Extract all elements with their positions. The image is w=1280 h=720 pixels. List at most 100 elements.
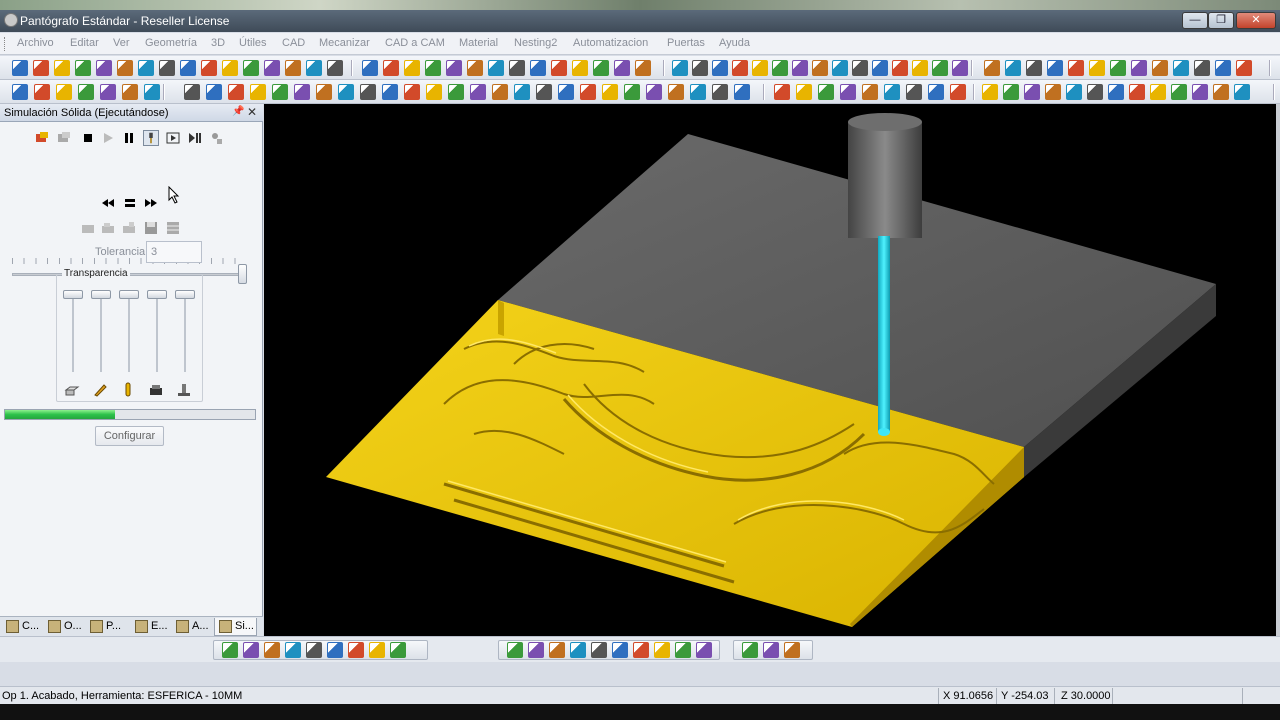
speed-slider-thumb[interactable]	[238, 264, 247, 284]
menu-ver[interactable]: Ver	[113, 37, 130, 49]
bottom-tool-icon[interactable]	[549, 642, 565, 658]
main-tool-icon[interactable]	[467, 60, 483, 76]
main-tool-icon[interactable]	[285, 60, 301, 76]
draw-tool-icon[interactable]	[734, 84, 750, 100]
menu-mecanizar[interactable]: Mecanizar	[319, 37, 370, 49]
configure-button[interactable]: Configurar	[95, 426, 164, 446]
draw-tool-icon[interactable]	[100, 84, 116, 100]
main-tool-icon[interactable]	[792, 60, 808, 76]
simulation-viewport[interactable]	[264, 104, 1280, 636]
menu-puertas[interactable]: Puertas	[667, 37, 705, 49]
draw-tool-icon[interactable]	[1003, 84, 1019, 100]
main-tool-icon[interactable]	[12, 60, 28, 76]
main-tool-icon[interactable]	[1110, 60, 1126, 76]
draw-tool-icon[interactable]	[624, 84, 640, 100]
step-end-icon[interactable]	[187, 130, 203, 146]
main-tool-icon[interactable]	[383, 60, 399, 76]
main-tool-icon[interactable]	[984, 60, 1000, 76]
step-icon[interactable]	[165, 130, 181, 146]
bottom-tool-icon[interactable]	[528, 642, 544, 658]
pause-icon[interactable]	[121, 130, 137, 146]
main-tool-icon[interactable]	[446, 60, 462, 76]
main-tool-icon[interactable]	[551, 60, 567, 76]
main-tool-icon[interactable]	[327, 60, 343, 76]
main-tool-icon[interactable]	[509, 60, 525, 76]
draw-tool-icon[interactable]	[884, 84, 900, 100]
draw-tool-icon[interactable]	[470, 84, 486, 100]
main-tool-icon[interactable]	[33, 60, 49, 76]
draw-tool-icon[interactable]	[774, 84, 790, 100]
main-tool-icon[interactable]	[222, 60, 238, 76]
draw-tool-icon[interactable]	[1087, 84, 1103, 100]
bottom-tool-icon[interactable]	[507, 642, 523, 658]
draw-tool-icon[interactable]	[646, 84, 662, 100]
transparency-slider-1[interactable]	[63, 290, 83, 372]
main-tool-icon[interactable]	[872, 60, 888, 76]
main-tool-icon[interactable]	[614, 60, 630, 76]
draw-tool-icon[interactable]	[34, 84, 50, 100]
cam2-icon[interactable]	[100, 220, 116, 236]
draw-tool-icon[interactable]	[558, 84, 574, 100]
draw-tool-icon[interactable]	[690, 84, 706, 100]
draw-tool-icon[interactable]	[144, 84, 160, 100]
main-tool-icon[interactable]	[425, 60, 441, 76]
menu-nesting2[interactable]: Nesting2	[514, 37, 557, 49]
bottom-tool-icon[interactable]	[763, 642, 779, 658]
transparency-slider-3[interactable]	[119, 290, 139, 372]
draw-tool-icon[interactable]	[316, 84, 332, 100]
main-tool-icon[interactable]	[117, 60, 133, 76]
rewind-icon[interactable]	[101, 196, 115, 210]
save-icon[interactable]	[143, 220, 159, 236]
main-tool-icon[interactable]	[1026, 60, 1042, 76]
tab-p[interactable]: P...	[86, 618, 123, 636]
bottom-tool-icon[interactable]	[390, 642, 406, 658]
draw-tool-icon[interactable]	[536, 84, 552, 100]
pin-icon[interactable]: 📌	[232, 106, 244, 117]
draw-tool-icon[interactable]	[1129, 84, 1145, 100]
main-tool-icon[interactable]	[672, 60, 688, 76]
draw-tool-icon[interactable]	[12, 84, 28, 100]
bottom-tool-icon[interactable]	[222, 642, 238, 658]
main-tool-icon[interactable]	[54, 60, 70, 76]
draw-tool-icon[interactable]	[514, 84, 530, 100]
menu-cad[interactable]: CAD	[282, 37, 305, 49]
draw-tool-icon[interactable]	[712, 84, 728, 100]
bottom-tool-icon[interactable]	[742, 642, 758, 658]
draw-tool-icon[interactable]	[668, 84, 684, 100]
main-tool-icon[interactable]	[138, 60, 154, 76]
draw-tool-icon[interactable]	[928, 84, 944, 100]
tolerance-input[interactable]	[146, 241, 202, 263]
cam1-icon[interactable]	[80, 220, 96, 236]
tab-c[interactable]: C...	[2, 618, 41, 636]
menu-cad-a-cam[interactable]: CAD a CAM	[385, 37, 445, 49]
main-tool-icon[interactable]	[362, 60, 378, 76]
draw-tool-icon[interactable]	[206, 84, 222, 100]
menu-3d[interactable]: 3D	[211, 37, 225, 49]
run-all-icon[interactable]	[34, 130, 50, 146]
draw-tool-icon[interactable]	[1066, 84, 1082, 100]
tab-e[interactable]: E...	[131, 618, 170, 636]
main-tool-icon[interactable]	[530, 60, 546, 76]
main-tool-icon[interactable]	[752, 60, 768, 76]
bottom-tool-icon[interactable]	[675, 642, 691, 658]
play-icon[interactable]	[100, 130, 116, 146]
main-tool-icon[interactable]	[932, 60, 948, 76]
draw-tool-icon[interactable]	[1150, 84, 1166, 100]
bottom-tool-icon[interactable]	[348, 642, 364, 658]
main-tool-icon[interactable]	[201, 60, 217, 76]
bottom-tool-icon[interactable]	[784, 642, 800, 658]
draw-tool-icon[interactable]	[796, 84, 812, 100]
main-tool-icon[interactable]	[264, 60, 280, 76]
main-tool-icon[interactable]	[732, 60, 748, 76]
main-tool-icon[interactable]	[1152, 60, 1168, 76]
bottom-tool-icon[interactable]	[243, 642, 259, 658]
cam3-icon[interactable]	[121, 220, 137, 236]
main-tool-icon[interactable]	[243, 60, 259, 76]
main-tool-icon[interactable]	[1089, 60, 1105, 76]
draw-tool-icon[interactable]	[1171, 84, 1187, 100]
draw-tool-icon[interactable]	[294, 84, 310, 100]
extra-icon[interactable]	[209, 130, 225, 146]
main-tool-icon[interactable]	[96, 60, 112, 76]
tab-simulation[interactable]: Si...	[214, 618, 257, 636]
draw-tool-icon[interactable]	[492, 84, 508, 100]
